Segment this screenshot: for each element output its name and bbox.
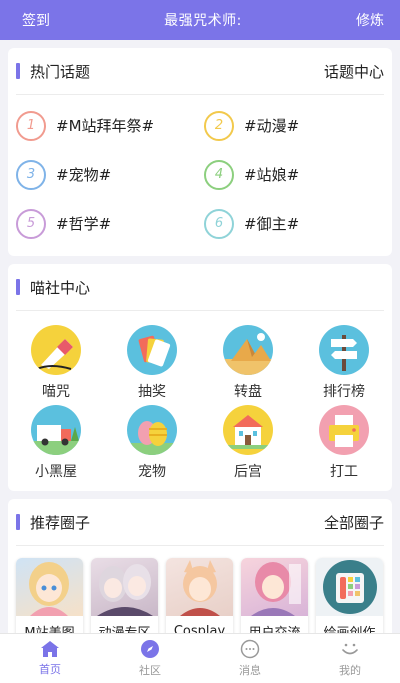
section-marker: [16, 63, 20, 79]
palette-icon: [316, 558, 383, 616]
section-marker: [16, 279, 20, 295]
tab-community[interactable]: 社区: [100, 634, 200, 683]
topic-label: #宠物#: [56, 166, 112, 184]
community-center-card: 喵社中心 喵咒 抽奖 转盘 排行榜 小黑屋 宠物 后宫 打工: [8, 264, 392, 491]
tab-label: 首页: [39, 663, 61, 676]
feature-label: 排行榜: [323, 384, 365, 400]
topic-item[interactable]: 4 #站娘#: [204, 150, 392, 199]
tab-label: 社区: [139, 664, 161, 677]
checkin-button[interactable]: 签到: [22, 10, 50, 30]
anime-girls-thumbnail: [91, 558, 158, 616]
printer-icon: [319, 405, 369, 455]
tab-home[interactable]: 首页: [0, 634, 100, 683]
topic-label: #御主#: [244, 215, 300, 233]
circles-header: 推荐圈子 全部圈子: [8, 499, 392, 545]
feature-label: 喵咒: [42, 384, 70, 400]
cosplay-thumbnail: [166, 558, 233, 616]
topic-list: 1 #M站拜年祭# 2 #动漫# 3 #宠物# 4 #站娘# 5 #哲学# 6 …: [8, 95, 392, 256]
feature-label: 宠物: [138, 464, 166, 480]
feature-blackroom[interactable]: 小黑屋: [8, 405, 104, 485]
cards-icon: [127, 325, 177, 375]
truck-icon: [31, 405, 81, 455]
feature-label: 转盘: [234, 384, 262, 400]
topic-center-link[interactable]: 话题中心: [324, 61, 384, 82]
topic-item[interactable]: 6 #御主#: [204, 199, 392, 248]
rank-badge: 1: [16, 110, 46, 141]
feature-meow-curse[interactable]: 喵咒: [8, 325, 104, 405]
chat-icon: [240, 639, 260, 659]
smile-icon: [342, 643, 358, 655]
compass-icon: [141, 640, 159, 658]
feature-wheel[interactable]: 转盘: [200, 325, 296, 405]
tab-label: 消息: [239, 664, 261, 677]
user-title: 最强咒术师:: [164, 13, 242, 29]
feature-label: 后宫: [234, 464, 262, 480]
topic-label: #M站拜年祭#: [56, 117, 155, 135]
rank-badge: 3: [16, 159, 46, 190]
signpost-icon: [319, 325, 369, 375]
tab-messages[interactable]: 消息: [200, 634, 300, 683]
topic-label: #站娘#: [244, 166, 300, 184]
section-marker: [16, 514, 20, 530]
rank-badge: 2: [204, 110, 234, 141]
eraser-icon: [31, 325, 81, 375]
hot-topics-card: 热门话题 话题中心 1 #M站拜年祭# 2 #动漫# 3 #宠物# 4 #站娘#…: [8, 48, 392, 256]
anime-girl-thumbnail: [16, 558, 83, 616]
bottom-tabbar: 首页 社区 消息 我的: [0, 633, 400, 683]
eggs-icon: [127, 405, 177, 455]
feature-lottery[interactable]: 抽奖: [104, 325, 200, 405]
feature-work[interactable]: 打工: [296, 405, 392, 485]
topic-item[interactable]: 2 #动漫#: [204, 101, 392, 150]
feature-label: 小黑屋: [35, 464, 77, 480]
topic-label: #动漫#: [244, 117, 300, 135]
feature-label: 抽奖: [138, 384, 166, 400]
feature-grid: 喵咒 抽奖 转盘 排行榜 小黑屋 宠物 后宫 打工: [8, 311, 392, 491]
center-header: 喵社中心: [8, 264, 392, 310]
recommended-circles-card: 推荐圈子 全部圈子 M站美图 动漫专区 Cosplay 用户交流: [8, 499, 392, 652]
rank-badge: 6: [204, 208, 234, 239]
tab-label: 我的: [339, 664, 361, 677]
topic-item[interactable]: 3 #宠物#: [16, 150, 204, 199]
home-icon: [41, 641, 59, 657]
top-header: 签到 最强咒术师: 修炼: [0, 0, 400, 40]
cultivate-button[interactable]: 修炼: [356, 10, 384, 30]
feature-ranking[interactable]: 排行榜: [296, 325, 392, 405]
pyramid-icon: [223, 325, 273, 375]
center-title: 喵社中心: [30, 278, 91, 297]
rank-badge: 5: [16, 208, 46, 239]
all-circles-link[interactable]: 全部圈子: [324, 512, 384, 533]
feature-label: 打工: [330, 464, 358, 480]
rank-badge: 4: [204, 159, 234, 190]
hot-topics-title: 热门话题: [30, 62, 91, 81]
palace-icon: [223, 405, 273, 455]
feature-harem[interactable]: 后宫: [200, 405, 296, 485]
hot-topics-header: 热门话题 话题中心: [8, 48, 392, 94]
feature-pet[interactable]: 宠物: [104, 405, 200, 485]
anime-pink-thumbnail: [241, 558, 308, 616]
circles-title: 推荐圈子: [30, 513, 91, 532]
topic-label: #哲学#: [56, 215, 112, 233]
tab-profile[interactable]: 我的: [300, 634, 400, 683]
topic-item[interactable]: 1 #M站拜年祭#: [16, 101, 204, 150]
topic-item[interactable]: 5 #哲学#: [16, 199, 204, 248]
